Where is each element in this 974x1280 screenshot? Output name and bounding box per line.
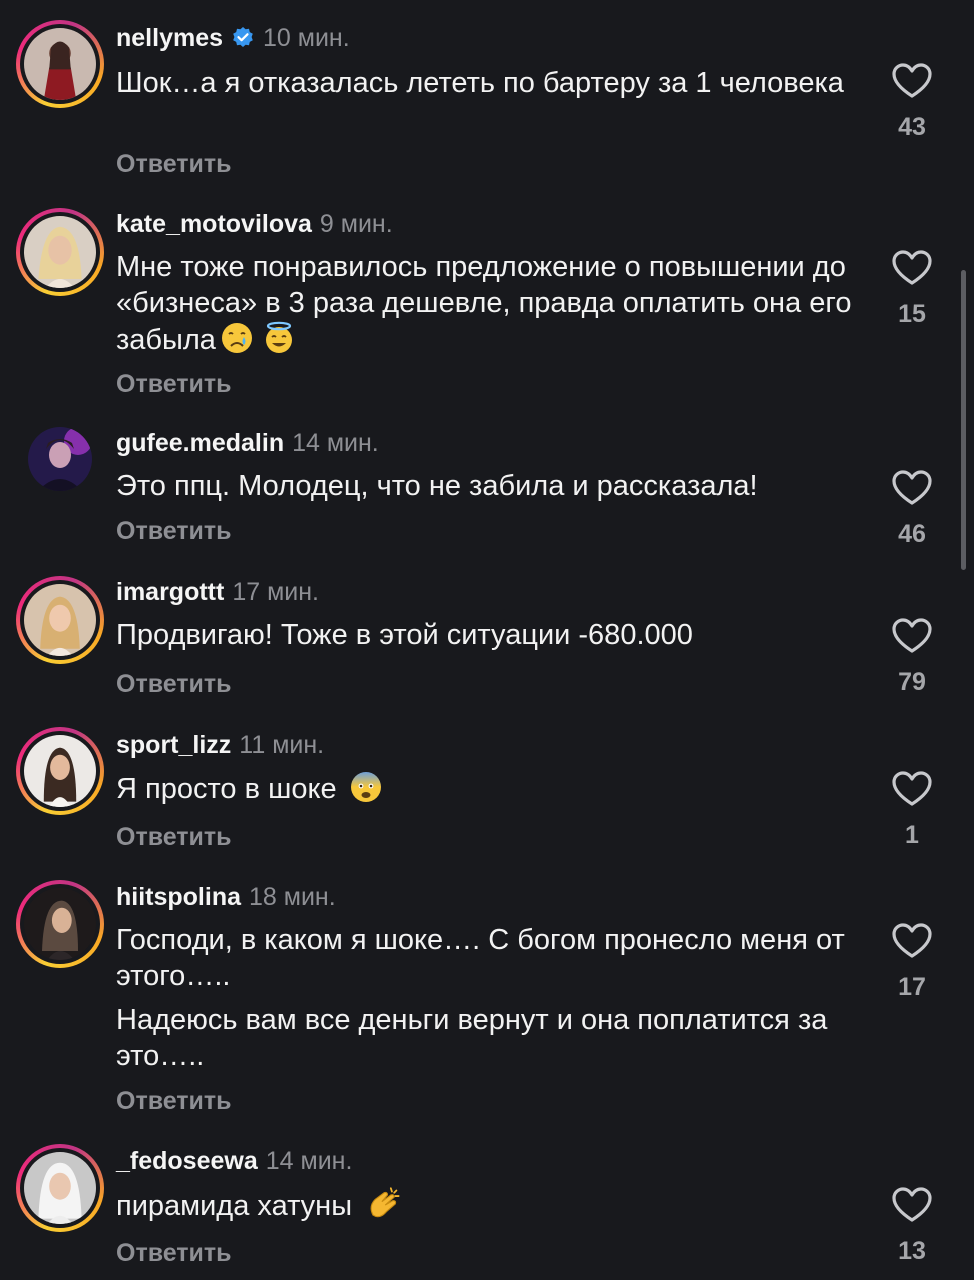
heart-icon[interactable] <box>892 618 932 654</box>
avatar-story-ring[interactable] <box>16 1144 104 1232</box>
comment-paragraph: Мне тоже понравилось предложение о повыш… <box>116 249 856 358</box>
comment-username[interactable]: _fedoseewa <box>116 1145 258 1177</box>
like-count: 1 <box>905 821 919 849</box>
avatar <box>24 216 96 288</box>
like-control: 15 <box>886 250 938 329</box>
avatar <box>24 888 96 960</box>
clapping-hands-emoji-icon <box>370 1187 400 1218</box>
reply-button[interactable]: Ответить <box>116 370 232 399</box>
comment-paragraph-text: Я просто в шоке <box>116 773 337 805</box>
comment-text: Шок…а я отказалась лететь по бартеру за … <box>116 65 856 101</box>
comment-paragraph: Господи, в каком я шоке…. С богом пронес… <box>116 924 845 992</box>
avatar <box>28 427 92 491</box>
comment-paragraph-text: пирамида хатуны <box>116 1190 353 1222</box>
comment-paragraph: Продвигаю! Тоже в этой ситуации -680.000 <box>116 619 693 651</box>
reply-button[interactable]: Ответить <box>116 150 232 179</box>
reply-button[interactable]: Ответить <box>116 1087 232 1116</box>
comment-paragraph: Это ппц. Молодец, что не забила и расска… <box>116 470 758 502</box>
fearful-face-emoji-icon <box>350 772 381 802</box>
crying-face-emoji-icon <box>221 323 252 353</box>
comment-time: 18 мин. <box>249 883 336 911</box>
avatar <box>24 584 96 656</box>
comment-text: Продвигаю! Тоже в этой ситуации -680.000 <box>116 617 856 653</box>
comment-text: пирамида хатуны <box>116 1186 856 1224</box>
like-count: 15 <box>898 300 926 328</box>
avatar-container[interactable] <box>16 415 104 503</box>
comment-text: Господи, в каком я шоке…. С богом пронес… <box>116 922 856 1074</box>
avatar <box>24 1152 96 1224</box>
comment-paragraph: Я просто в шоке <box>116 770 856 807</box>
comment-text: Мне тоже понравилось предложение о повыш… <box>116 249 856 358</box>
heart-icon[interactable] <box>892 923 932 959</box>
comment-time: 9 мин. <box>319 210 393 238</box>
comment-username[interactable]: nellymes <box>116 22 223 54</box>
heart-icon[interactable] <box>892 771 932 807</box>
like-count: 17 <box>898 973 926 1001</box>
avatar-story-ring[interactable] <box>16 208 104 296</box>
comment-username[interactable]: gufee.medalin <box>116 427 284 459</box>
comment-time: 14 мин. <box>265 1147 353 1175</box>
comment-username[interactable]: imargottt <box>116 576 224 608</box>
like-control: 43 <box>886 63 938 142</box>
halo-smile-emoji-icon <box>265 321 292 353</box>
comment-time: 10 мин. <box>263 24 350 52</box>
avatar-story-ring[interactable] <box>16 727 104 815</box>
comment-paragraph: Шок…а я отказалась лететь по бартеру за … <box>116 67 844 99</box>
like-count: 79 <box>898 668 926 696</box>
like-control: 17 <box>886 923 938 1002</box>
like-control: 13 <box>886 1187 938 1266</box>
like-control: 46 <box>886 470 938 549</box>
heart-icon[interactable] <box>892 63 932 99</box>
like-count: 43 <box>898 113 926 141</box>
reply-button[interactable]: Ответить <box>116 823 232 852</box>
comment-time: 11 мин. <box>239 731 325 759</box>
like-control: 79 <box>886 618 938 697</box>
comment-username[interactable]: kate_motovilova <box>116 208 312 240</box>
comment-time: 14 мин. <box>292 429 379 457</box>
avatar-story-ring[interactable] <box>16 20 104 108</box>
like-count: 46 <box>898 520 926 548</box>
comment-username[interactable]: sport_lizz <box>116 729 231 761</box>
heart-icon[interactable] <box>892 470 932 506</box>
heart-icon[interactable] <box>892 1187 932 1223</box>
reply-button[interactable]: Ответить <box>116 517 232 546</box>
reply-button[interactable]: Ответить <box>116 670 232 699</box>
scrollbar[interactable] <box>961 270 966 570</box>
comments-screen: nellymes 10 мин. Шок…а я отказалась лете… <box>0 0 974 1280</box>
verified-badge-icon <box>233 27 253 47</box>
comment-time: 17 мин. <box>232 578 319 606</box>
like-count: 13 <box>898 1237 926 1265</box>
avatar <box>24 735 96 807</box>
comment-text: Я просто в шоке <box>116 770 856 807</box>
like-control: 1 <box>886 771 938 850</box>
avatar-story-ring[interactable] <box>16 880 104 968</box>
heart-icon[interactable] <box>892 250 932 286</box>
comment-username[interactable]: hiitspolina <box>116 881 241 913</box>
reply-button[interactable]: Ответить <box>116 1239 232 1268</box>
comment-paragraph: пирамида хатуны <box>116 1186 856 1224</box>
comment-paragraph: Надеюсь вам все деньги вернут и она попл… <box>116 1004 828 1072</box>
avatar <box>24 28 96 100</box>
comment-text: Это ппц. Молодец, что не забила и расска… <box>116 468 856 504</box>
avatar-story-ring[interactable] <box>16 576 104 664</box>
